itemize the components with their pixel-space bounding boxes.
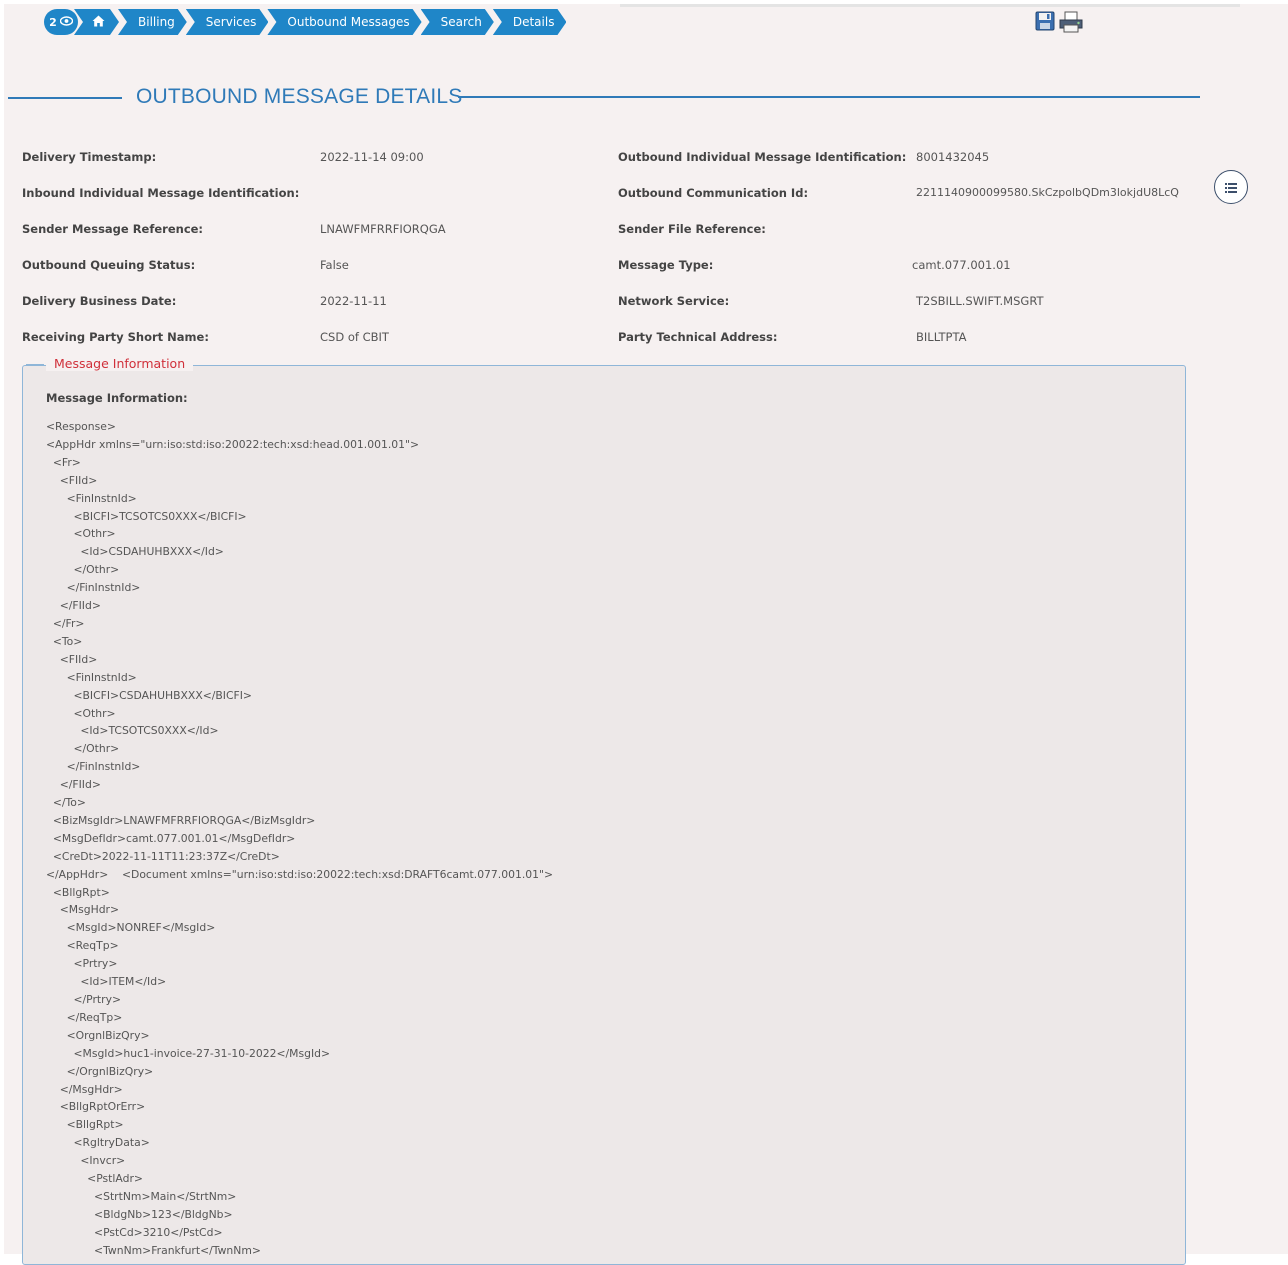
outbound-message-id-label: Outbound Individual Message Identificati… [618,150,907,164]
breadcrumb-label: Details [512,15,555,29]
receiving-party-short-name-label: Receiving Party Short Name: [22,330,209,344]
outbound-message-id-value: 8001432045 [916,150,990,164]
breadcrumb-count: 2 [49,15,57,29]
breadcrumb-item-outbound-messages[interactable]: Outbound Messages [267,9,421,35]
outbound-queuing-status-label: Outbound Queuing Status: [22,258,196,272]
outbound-communication-id-value: 2211140900099580.SkCzpolbQDm3lokjdU8LcQ [916,186,1179,199]
party-technical-address-value: BILLTPTA [916,330,967,344]
message-type-label: Message Type: [618,258,714,272]
list-icon [1225,178,1237,197]
breadcrumb-label: Outbound Messages [287,15,410,29]
delivery-business-date-value: 2022-11-11 [320,294,387,308]
print-icon[interactable] [1058,11,1084,33]
inbound-message-id-label: Inbound Individual Message Identificatio… [22,186,300,200]
breadcrumb-item-search[interactable]: Search [421,9,494,35]
title-divider-left [8,97,122,99]
delivery-business-date-label: Delivery Business Date: [22,294,177,308]
message-type-value: camt.077.001.01 [912,258,1011,272]
page-title: OUTBOUND MESSAGE DETAILS [136,85,463,108]
sender-message-reference-value: LNAWFMFRRFIORQGA [320,222,446,236]
breadcrumb-counter-button[interactable]: 2 [44,9,78,35]
receiving-party-short-name-value: CSD of CBIT [320,330,389,344]
breadcrumb-label: Services [205,15,257,29]
message-information-legend: Message Information [46,356,194,371]
breadcrumb-item-details[interactable]: Details [493,9,567,35]
network-service-value: T2SBILL.SWIFT.MSGRT [916,294,1044,308]
breadcrumb-item-billing[interactable]: Billing [118,9,187,35]
legend-divider [26,364,44,366]
delivery-timestamp-label: Delivery Timestamp: [22,150,157,164]
network-service-label: Network Service: [618,294,730,308]
breadcrumb-label: Billing [138,15,175,29]
party-technical-address-label: Party Technical Address: [618,330,778,344]
message-xml-content: <Response> <AppHdr xmlns="urn:iso:std:is… [46,420,554,1257]
context-menu-button[interactable] [1214,170,1248,204]
breadcrumb-label: Search [440,15,482,29]
message-information-label: Message Information: [46,391,188,405]
title-divider-right [458,96,1200,98]
header-shadow [620,4,1240,7]
save-icon[interactable] [1035,11,1055,33]
home-icon [92,15,105,30]
breadcrumb: 2 Billing Services Outbound Messages Sea… [44,8,566,36]
sender-file-reference-label: Sender File Reference: [618,222,766,236]
outbound-communication-id-label: Outbound Communication Id: [618,186,809,200]
outbound-queuing-status-value: False [320,258,349,272]
breadcrumb-item-services[interactable]: Services [186,9,269,35]
toolbar [1035,11,1084,33]
eye-icon [59,15,74,29]
delivery-timestamp-value: 2022-11-14 09:00 [320,150,424,164]
breadcrumb-home[interactable] [74,9,119,35]
sender-message-reference-label: Sender Message Reference: [22,222,204,236]
